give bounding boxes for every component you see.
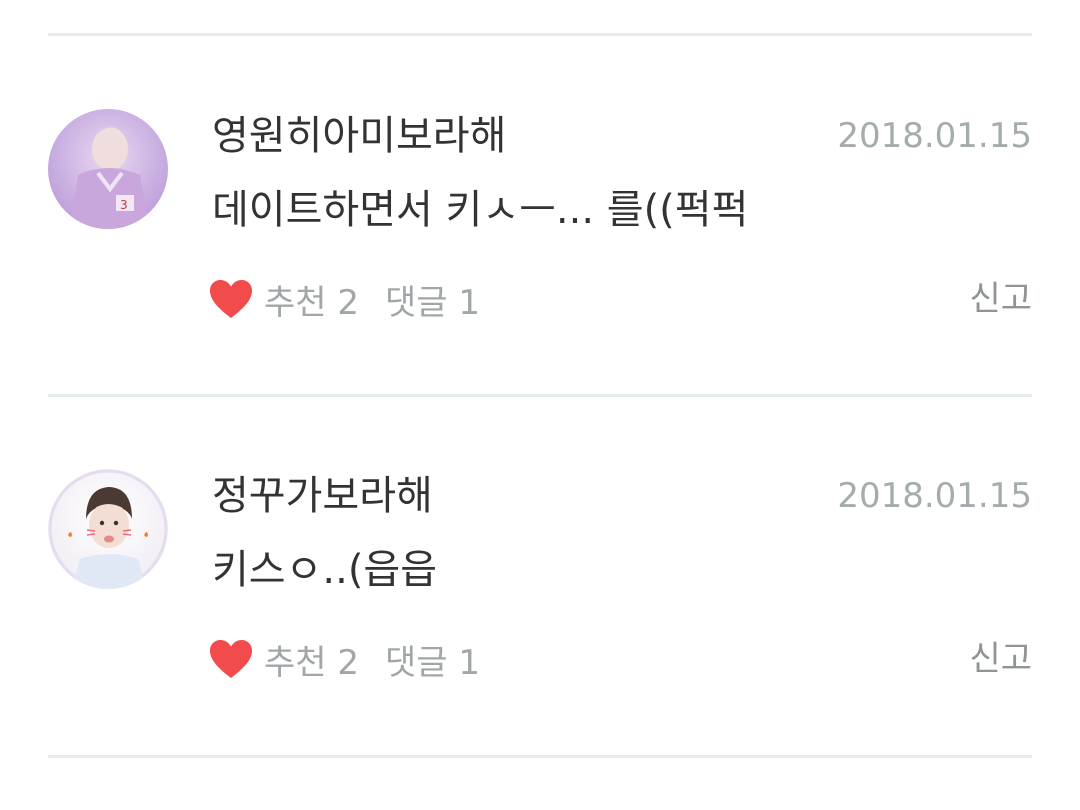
avatar-photo-purple-icon: 3 bbox=[48, 109, 168, 229]
like-count-label: 추천 2 bbox=[264, 282, 359, 323]
reply-count-button[interactable]: 댓글 1 bbox=[385, 275, 480, 324]
like-count-label: 추천 2 bbox=[264, 642, 359, 683]
comment-username[interactable]: 영원히아미보라해 bbox=[212, 112, 506, 160]
comment-actions: 추천 2 댓글 1 bbox=[208, 275, 480, 323]
comment-date: 2018.01.15 bbox=[837, 476, 1032, 516]
like-button[interactable]: 추천 2 bbox=[208, 635, 359, 684]
comment-username[interactable]: 정꾸가보라해 bbox=[212, 472, 433, 520]
divider bbox=[48, 755, 1032, 758]
heart-icon bbox=[210, 640, 252, 678]
comment-item: 정꾸가보라해 2018.01.15 키스ㅇ..(읍읍 추천 2 댓글 1 신고 bbox=[0, 360, 1080, 720]
comment-text: 키스ㅇ..(읍읍 bbox=[212, 547, 438, 593]
comment-actions: 추천 2 댓글 1 bbox=[208, 635, 480, 683]
report-button[interactable]: 신고 bbox=[969, 635, 1032, 683]
like-button[interactable]: 추천 2 bbox=[208, 275, 359, 324]
heart-icon bbox=[210, 280, 252, 318]
avatar[interactable]: 3 bbox=[48, 109, 168, 229]
avatar-photo-icon bbox=[48, 469, 168, 589]
reply-count-button[interactable]: 댓글 1 bbox=[385, 635, 480, 684]
avatar[interactable] bbox=[48, 469, 168, 589]
comment-item: 3 영원히아미보라해 2018.01.15 데이트하면서 키ㅅㅡ... 를((퍽… bbox=[0, 0, 1080, 360]
report-button[interactable]: 신고 bbox=[969, 275, 1032, 323]
comment-text: 데이트하면서 키ㅅㅡ... 를((퍽퍽 bbox=[212, 187, 749, 233]
svg-text:3: 3 bbox=[120, 198, 128, 212]
comment-date: 2018.01.15 bbox=[837, 116, 1032, 156]
